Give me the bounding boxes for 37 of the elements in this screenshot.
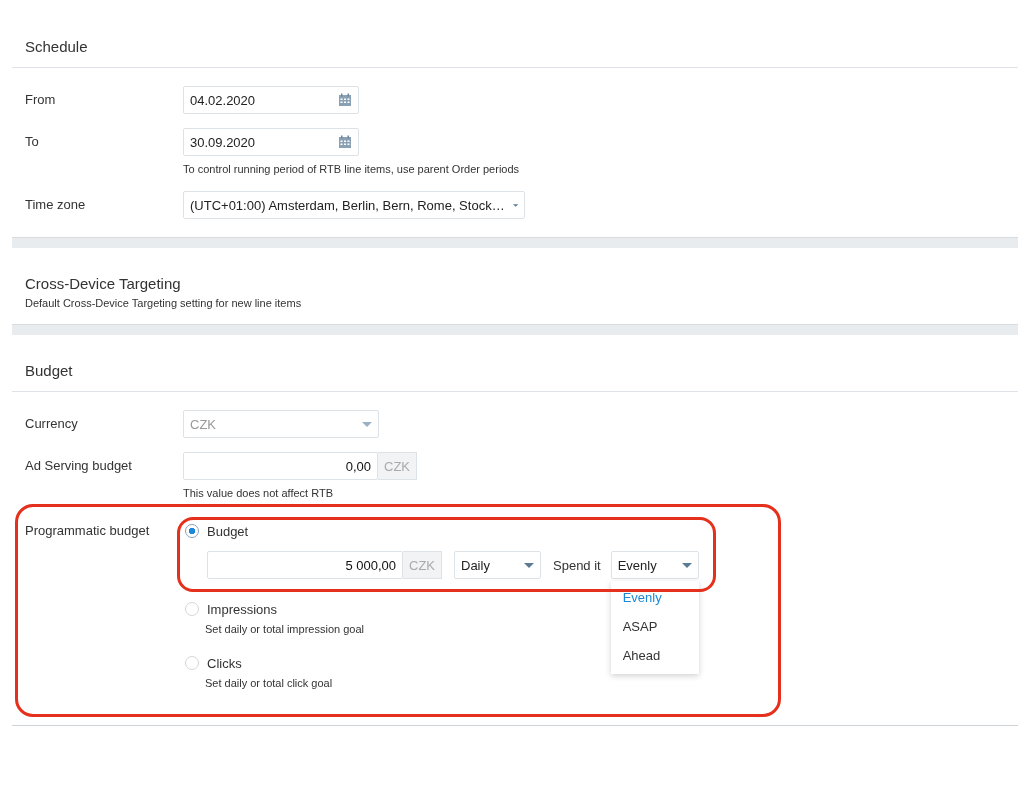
caret-icon — [362, 421, 372, 427]
date-field[interactable]: 30.09.2020 — [183, 128, 359, 156]
time-zone-dropdown[interactable]: (UTC+01:00) Amsterdam, Berlin, Bern, Rome, Stock… — [183, 191, 525, 219]
help-text: Set daily or total impression goal — [205, 623, 364, 635]
option-label: Impressions — [207, 601, 278, 617]
help-text: Set daily or total click goal — [205, 677, 333, 689]
menu-item[interactable]: Ahead — [610, 641, 699, 670]
calendar-icon — [338, 135, 352, 149]
caret-icon — [524, 562, 534, 568]
radio-button[interactable] — [185, 524, 199, 538]
section-title: Budget — [24, 361, 74, 381]
caret-icon — [681, 562, 692, 568]
period-dropdown[interactable]: Daily — [454, 551, 541, 579]
field-label: Programmatic budget — [24, 522, 151, 540]
field-label: To — [24, 133, 40, 151]
amount-field[interactable]: 0,00 — [183, 452, 378, 480]
section-subtitle: Default Cross-Device Targeting setting for new line items — [24, 297, 303, 311]
amount-field[interactable]: 5 000,00 — [207, 551, 403, 579]
calendar-icon — [338, 93, 352, 107]
section-title: Cross-Device Targeting — [24, 274, 182, 294]
section-title: Schedule — [24, 37, 89, 57]
option-label: Clicks — [207, 655, 242, 671]
field-label: Time zone — [24, 196, 87, 214]
currency-addon: CZK — [403, 551, 442, 579]
menu-item[interactable]: Evenly — [610, 583, 699, 612]
help-text: To control running period of RTB line items, use parent Order periods — [183, 163, 520, 175]
help-text: This value does not affect RTB — [183, 487, 334, 499]
field-label: Currency — [24, 415, 79, 433]
menu-item[interactable]: ASAP — [610, 612, 699, 641]
caret-icon — [512, 202, 518, 208]
field-label: Ad Serving budget — [24, 457, 133, 475]
field-label: From — [24, 91, 57, 109]
currency-addon: CZK — [378, 452, 417, 480]
option-label: Budget — [207, 523, 249, 539]
spend-dropdown[interactable]: Evenly — [610, 551, 699, 579]
date-field[interactable]: 04.02.2020 — [183, 86, 359, 114]
field-label: Spend it — [553, 557, 601, 573]
